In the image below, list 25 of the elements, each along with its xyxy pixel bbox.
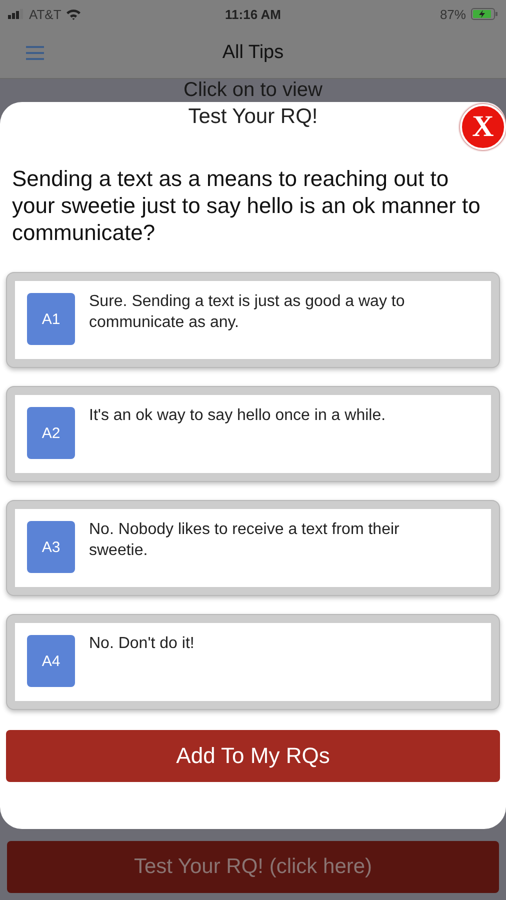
- menu-icon: [26, 46, 44, 60]
- answer-card[interactable]: A4 No. Don't do it!: [6, 614, 500, 710]
- wifi-icon: [66, 8, 82, 20]
- add-button[interactable]: Add To My RQs: [6, 730, 500, 782]
- question-text: Sending a text as a means to reaching out to your sweetie just to say hello is an ok manner to communicate?: [12, 165, 482, 246]
- nav-title: All Tips: [222, 42, 284, 64]
- answer-badge: A4: [27, 635, 75, 687]
- modal-title: Test Your RQ!: [188, 105, 318, 128]
- battery-charging-icon: [470, 8, 498, 20]
- status-time: 11:16 AM: [225, 6, 281, 22]
- answer-text: No. Nobody likes to receive a text from their sweetie.: [89, 520, 400, 561]
- carrier-name: AT&T: [29, 6, 62, 22]
- answer-card[interactable]: A3 No. Nobody likes to receive a text from their sweetie.: [6, 500, 500, 596]
- answer-text: Sure. Sending a text is just as good a way to communicate as any.: [89, 292, 406, 333]
- answer-card[interactable]: A2 It's an ok way to say hello once in a while.: [6, 386, 500, 482]
- answer-badge: A1: [27, 293, 75, 345]
- signal-icon: [8, 9, 24, 19]
- answer-text: No. Don't do it!: [89, 634, 196, 654]
- battery-percent: 87%: [440, 6, 466, 22]
- answer-text: It's an ok way to say hello once in a while.: [89, 406, 387, 426]
- hint-text: Click on to view: [184, 79, 322, 101]
- answer-badge: A2: [27, 407, 75, 459]
- answer-card[interactable]: A1 Sure. Sending a text is just as good a way to communicate as any.: [6, 272, 500, 368]
- close-button[interactable]: X: [460, 104, 506, 150]
- answer-badge: A3: [27, 521, 75, 573]
